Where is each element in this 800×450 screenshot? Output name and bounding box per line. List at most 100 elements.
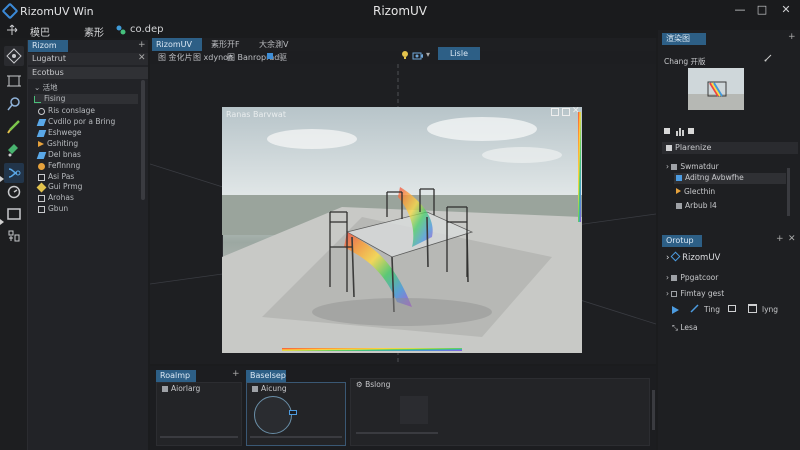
tab-viewport[interactable]: RizomUV bue	[152, 38, 202, 62]
transform-icon[interactable]	[6, 24, 18, 36]
scene-item[interactable]: Arbub l4	[676, 201, 717, 210]
maximize-icon[interactable]	[551, 108, 559, 116]
node-icon	[676, 203, 682, 209]
chevron-down-icon: ⌄	[34, 83, 43, 92]
render-scene	[222, 107, 582, 353]
search-tool-icon[interactable]	[4, 94, 24, 114]
trash-icon[interactable]	[748, 304, 757, 313]
file-icon	[671, 275, 678, 281]
tree-item-selected[interactable]: Fising	[34, 94, 138, 104]
minimize-button[interactable]: —	[732, 2, 748, 18]
frame-tool-icon[interactable]	[4, 71, 24, 91]
light-bulb-icon[interactable]	[400, 50, 410, 60]
camera-icon[interactable]	[412, 50, 424, 60]
menu-item-3[interactable]: co.dep	[130, 24, 163, 35]
select-tool-icon[interactable]	[4, 46, 24, 66]
slider[interactable]	[160, 436, 238, 438]
uv-tool-3[interactable]: ⤡ Lesa	[672, 323, 698, 333]
toolbar-button-1[interactable]: 图 金化片	[158, 52, 193, 63]
add-icon[interactable]: +	[776, 234, 784, 244]
connector-icon	[289, 410, 297, 415]
mesh-icon	[676, 175, 682, 181]
scene-tab[interactable]: Plarenize	[662, 142, 798, 154]
preview-tab[interactable]: 渲染图	[662, 33, 706, 45]
paint-tool-icon[interactable]	[4, 140, 24, 160]
scrollbar[interactable]	[652, 390, 655, 430]
window-title: RizomUV	[373, 4, 427, 18]
bottom-tab-2[interactable]: Baselsep	[246, 370, 286, 382]
slider[interactable]	[356, 432, 438, 434]
panel-header: ⚙ Bslong	[356, 380, 391, 389]
brush-tool-icon[interactable]	[4, 117, 24, 137]
toolbar-button-4[interactable]: 驱	[279, 52, 287, 63]
outliner-tab-2[interactable]: Lugatrut	[28, 53, 148, 65]
hierarchy-icon	[34, 95, 41, 103]
scrollbar[interactable]	[787, 168, 790, 216]
bottom-tab-1[interactable]: Roalmp	[156, 370, 196, 382]
bottom-panel-3	[350, 378, 650, 446]
bar-chart-icon[interactable]	[676, 126, 684, 136]
stop-icon[interactable]	[664, 128, 670, 134]
menu-item-1[interactable]: 模巴	[30, 24, 50, 39]
scrollbar[interactable]	[141, 80, 145, 200]
uv-cut-tool-icon[interactable]	[4, 163, 24, 183]
restore-icon[interactable]	[562, 108, 570, 116]
tree-item[interactable]: Ris conslage	[38, 106, 95, 116]
add-icon[interactable]: +	[232, 369, 240, 379]
menu-item-2[interactable]: 素形	[84, 24, 104, 39]
texture-thumbnail[interactable]	[400, 396, 428, 424]
swatch-icon	[252, 386, 258, 392]
layout-tool-icon[interactable]	[4, 226, 24, 246]
color-toggle-icon[interactable]	[267, 53, 273, 59]
tab-2[interactable]: 素形开F	[207, 38, 244, 51]
rectangle-tool-icon[interactable]	[4, 204, 24, 224]
tree-item[interactable]: Eshwege	[36, 128, 82, 138]
uv-tool-2[interactable]: lyng	[762, 305, 778, 314]
slider[interactable]	[250, 436, 342, 438]
maximize-button[interactable]: □	[754, 2, 770, 18]
uv-item[interactable]: › Fimtay gest	[666, 289, 724, 298]
tab-3[interactable]: 大余測V	[255, 38, 292, 51]
tree-root[interactable]: ⌄ 活地	[34, 82, 58, 92]
tree-item[interactable]: Gui Prmg	[36, 182, 82, 192]
folder-icon[interactable]	[728, 305, 736, 312]
tree-item[interactable]: Feflnnng	[38, 161, 80, 171]
stop-icon[interactable]	[688, 128, 694, 134]
close-icon[interactable]: ✕	[138, 53, 146, 63]
chevron-down-icon[interactable]: ▾	[426, 50, 430, 59]
tree-item[interactable]: Arohas	[38, 193, 74, 203]
tree-item[interactable]: Cvdilo por a Bring	[36, 117, 115, 127]
expand-arrow-icon[interactable]	[0, 176, 4, 182]
material-icon	[38, 162, 45, 170]
tree-item[interactable]: Asi Pas	[38, 172, 74, 182]
uv-title: › RizomUV	[666, 251, 721, 263]
close-icon[interactable]: ✕	[788, 234, 796, 244]
brush-icon[interactable]	[689, 304, 699, 314]
tree-item[interactable]: Del bnas	[36, 150, 81, 160]
add-icon[interactable]: +	[138, 40, 146, 50]
uv-tab[interactable]: Orotup	[662, 235, 702, 247]
view-mode-button[interactable]: Lisle	[438, 47, 480, 60]
play-icon	[38, 141, 44, 147]
scene-item-selected[interactable]: Aditng Avbwfhe	[674, 173, 786, 184]
expand-arrow-icon[interactable]	[0, 219, 4, 225]
close-icon[interactable]: ✕	[572, 106, 580, 116]
swatch-icon	[162, 386, 168, 392]
preview-thumbnail[interactable]	[688, 68, 744, 110]
mesh-icon	[36, 118, 47, 126]
close-button[interactable]: ✕	[778, 2, 794, 18]
uv-item[interactable]: › Ppgatcoor	[666, 273, 718, 282]
rotate-tool-icon[interactable]	[4, 182, 24, 202]
scene-item[interactable]: Glecthin	[676, 187, 715, 196]
tree-item[interactable]: Gbun	[38, 204, 68, 214]
outliner-tab-1[interactable]: Rizom框	[28, 40, 68, 62]
uv-tool-1[interactable]: Ting	[704, 305, 720, 314]
play-icon[interactable]	[672, 306, 679, 314]
tree-item[interactable]: Gshiting	[38, 139, 78, 149]
scene-icon	[666, 144, 672, 151]
add-icon[interactable]: +	[788, 32, 796, 42]
scene-item[interactable]: › Swmatdur	[666, 162, 719, 171]
eyedropper-icon[interactable]	[764, 54, 772, 62]
node-icon	[38, 194, 45, 202]
uv-sphere-preview[interactable]	[254, 396, 292, 434]
